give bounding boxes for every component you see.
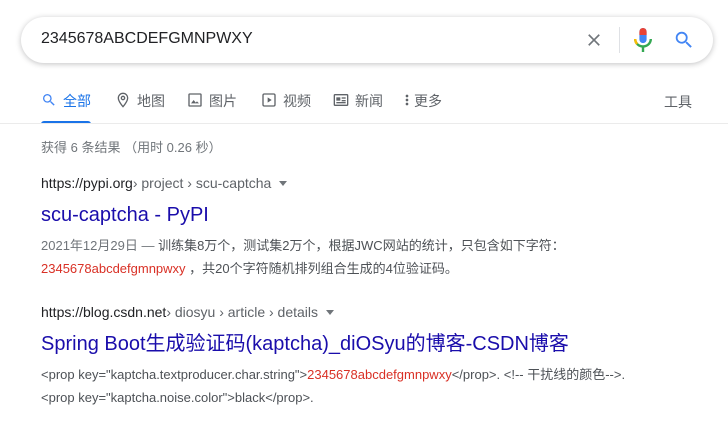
clear-icon[interactable] — [584, 30, 604, 50]
search-result: https://pypi.org › project › scu-captcha… — [41, 173, 681, 280]
image-icon — [188, 93, 202, 107]
tab-videos[interactable]: 视频 — [261, 91, 311, 123]
snippet-highlight: 2345678abcdefgmnpwxy — [307, 367, 452, 382]
video-icon — [262, 93, 276, 107]
search-tabs: 全部 地图 图片 视频 新闻 更多 工具 — [0, 84, 728, 124]
tab-maps[interactable]: 地图 — [115, 91, 165, 123]
tab-label: 更多 — [414, 93, 442, 109]
result-path: › diosyu › article › details — [166, 304, 319, 320]
result-site: https://pypi.org — [41, 175, 133, 191]
tab-label: 地图 — [137, 93, 165, 109]
search-result: https://blog.csdn.net › diosyu › article… — [41, 302, 681, 409]
chevron-down-icon[interactable] — [326, 309, 335, 315]
tabs-divider — [0, 123, 728, 124]
result-title-link[interactable]: scu-captcha - PyPI — [41, 202, 681, 228]
tab-news[interactable]: 新闻 — [333, 91, 383, 123]
search-icon — [43, 94, 55, 106]
more-vert-icon — [405, 94, 409, 106]
tab-images[interactable]: 图片 — [187, 91, 237, 123]
result-site: https://blog.csdn.net — [41, 304, 167, 320]
snippet-text: ，共20个字符随机排列组合生成的4位验证码。 — [185, 261, 458, 276]
result-title-link[interactable]: Spring Boot生成验证码(kaptcha)_diOSyu的博客-CSDN… — [41, 331, 681, 357]
microphone-icon[interactable] — [634, 28, 652, 52]
result-cite: https://pypi.org › project › scu-captcha — [41, 173, 681, 193]
search-input[interactable]: 2345678ABCDEFGMNPWXY — [41, 30, 253, 48]
result-path: › project › scu-captcha — [132, 175, 272, 191]
tab-all[interactable]: 全部 — [41, 91, 91, 124]
news-icon — [333, 94, 349, 106]
result-snippet: 2021年12月29日 — 训练集8万个，测试集2万个，根据JWC网站的统计，只… — [41, 234, 651, 280]
chevron-down-icon[interactable] — [279, 180, 288, 186]
tab-more[interactable]: 更多 — [402, 91, 442, 123]
search-box[interactable]: 2345678ABCDEFGMNPWXY — [21, 17, 713, 63]
snippet-text: 训练集8万个，测试集2万个，根据JWC网站的统计，只包含如下字符： — [158, 238, 565, 253]
map-pin-icon — [117, 92, 129, 108]
tab-label: 图片 — [209, 93, 237, 109]
result-stats: 获得 6 条结果 （用时 0.26 秒） — [41, 140, 222, 155]
tab-label: 视频 — [283, 93, 311, 109]
tab-label: 全部 — [63, 93, 91, 109]
tools-button[interactable]: 工具 — [664, 92, 692, 112]
result-snippet: <prop key="kaptcha.textproducer.char.str… — [41, 363, 651, 409]
snippet-highlight: 2345678abcdefgmnpwxy — [41, 261, 186, 276]
search-icon[interactable] — [673, 29, 695, 51]
search-box-divider — [619, 27, 620, 53]
snippet-text: <prop key="kaptcha.textproducer.char.str… — [41, 367, 308, 382]
tab-label: 新闻 — [355, 93, 383, 109]
result-cite: https://blog.csdn.net › diosyu › article… — [41, 302, 681, 322]
result-date: 2021年12月29日 — — [41, 238, 159, 253]
